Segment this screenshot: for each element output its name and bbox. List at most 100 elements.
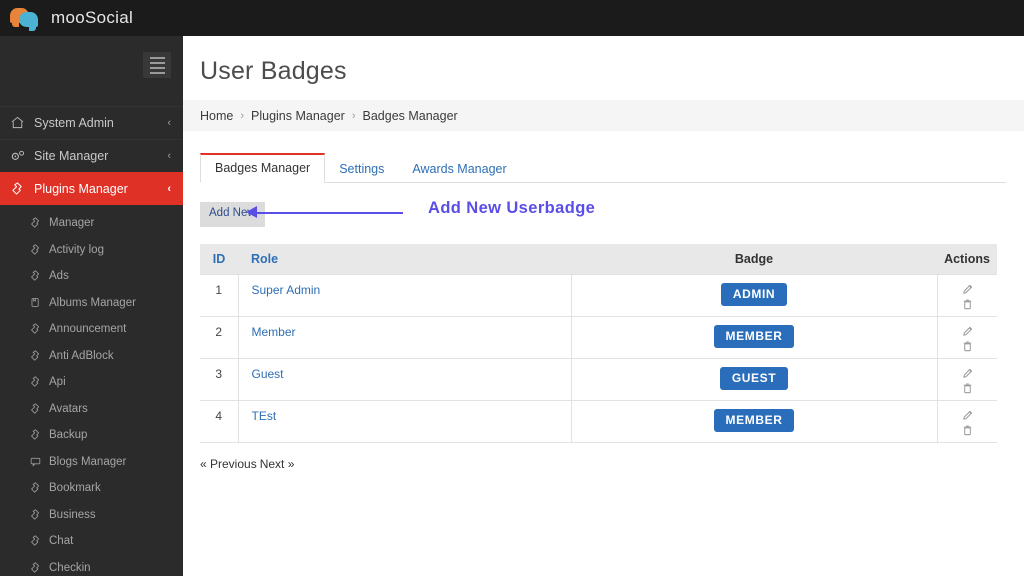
cell-badge: MEMBER	[570, 400, 938, 443]
cell-role: TEst	[237, 400, 572, 443]
cell-role: Super Admin	[237, 274, 572, 317]
pencil-icon[interactable]	[961, 367, 974, 380]
trash-icon[interactable]	[961, 424, 974, 437]
cell-badge: GUEST	[570, 358, 938, 401]
sidebar-subitem-label: Business	[49, 508, 96, 521]
tab-awards-manager[interactable]: Awards Manager	[398, 155, 520, 183]
chat-bubbles-logo-icon	[10, 6, 40, 31]
plug-icon	[29, 535, 43, 547]
cell-role: Member	[237, 316, 572, 359]
plug-icon	[10, 182, 27, 196]
sidebar-subitem-business[interactable]: Business	[0, 502, 183, 529]
sidebar-subitem-manager[interactable]: Manager	[0, 210, 183, 237]
role-link[interactable]: TEst	[252, 409, 277, 423]
pencil-icon[interactable]	[961, 409, 974, 422]
cell-id: 3	[200, 358, 239, 401]
pencil-icon[interactable]	[961, 325, 974, 338]
pagination: « Previous Next »	[200, 457, 1024, 471]
cell-actions	[936, 358, 997, 401]
brand-logo[interactable]: mooSocial	[0, 6, 133, 31]
column-header-id[interactable]: ID	[200, 244, 238, 275]
table-body: 1 Super Admin ADMIN 2 Member MEMBER 3 Gu…	[200, 274, 997, 443]
plug-icon	[29, 270, 43, 282]
trash-icon[interactable]	[961, 298, 974, 311]
plug-icon	[29, 482, 43, 494]
tab-badges-manager[interactable]: Badges Manager	[200, 153, 326, 183]
plug-icon	[29, 323, 43, 335]
table-header-row: ID Role Badge Actions	[200, 244, 997, 275]
role-link[interactable]: Member	[252, 325, 296, 339]
breadcrumb-item-home[interactable]: Home	[200, 109, 233, 123]
comment-icon	[29, 456, 43, 468]
cell-badge: MEMBER	[570, 316, 938, 359]
cell-badge: ADMIN	[570, 274, 938, 317]
sidebar-subitem-label: Announcement	[49, 323, 127, 336]
breadcrumb-separator-icon: ›	[351, 109, 356, 122]
sidebar-item-site-manager[interactable]: Site Manager ‹	[0, 139, 183, 172]
plug-icon	[29, 509, 43, 521]
role-link[interactable]: Super Admin	[252, 283, 321, 297]
cell-actions	[936, 400, 997, 443]
sidebar-subitem-bookmark[interactable]: Bookmark	[0, 475, 183, 502]
pagination-previous[interactable]: « Previous	[200, 457, 257, 471]
sidebar-toggle-row	[0, 36, 183, 84]
breadcrumb-item-plugins-manager[interactable]: Plugins Manager	[251, 109, 345, 123]
sidebar-main-nav: System Admin ‹ Site Manager ‹ Plugins Ma…	[0, 106, 183, 205]
column-header-badge: Badge	[571, 244, 937, 275]
badges-table: ID Role Badge Actions 1 Super Admin ADMI…	[200, 244, 997, 443]
sidebar-subitem-label: Checkin	[49, 561, 91, 574]
annotation-arrow-line	[254, 212, 403, 214]
table-row: 4 TEst MEMBER	[200, 400, 997, 443]
cell-id: 1	[200, 274, 239, 317]
cell-id: 4	[200, 400, 239, 443]
sidebar-item-system-admin[interactable]: System Admin ‹	[0, 106, 183, 139]
sidebar-subitem-label: Avatars	[49, 402, 88, 415]
sidebar-subitem-label: Blogs Manager	[49, 455, 127, 468]
cell-actions	[936, 316, 997, 359]
sidebar-item-label: System Admin	[34, 116, 114, 130]
sidebar-subitem-albums-manager[interactable]: Albums Manager	[0, 290, 183, 317]
sidebar-subitem-anti-adblock[interactable]: Anti AdBlock	[0, 343, 183, 370]
role-link[interactable]: Guest	[252, 367, 284, 381]
pencil-icon[interactable]	[961, 283, 974, 296]
badge-pill: GUEST	[719, 367, 789, 390]
sidebar-subitem-api[interactable]: Api	[0, 369, 183, 396]
sidebar-subitem-activity-log[interactable]: Activity log	[0, 237, 183, 264]
chevron-left-icon: ‹	[167, 183, 171, 195]
tab-bar: Badges Manager Settings Awards Manager	[200, 153, 1006, 183]
sidebar-item-plugins-manager[interactable]: Plugins Manager ‹	[0, 172, 183, 205]
plug-icon	[29, 376, 43, 388]
sidebar-subitem-checkin[interactable]: Checkin	[0, 555, 183, 576]
column-header-role[interactable]: Role	[238, 244, 571, 275]
sidebar-subitem-ads[interactable]: Ads	[0, 263, 183, 290]
sidebar-subitem-backup[interactable]: Backup	[0, 422, 183, 449]
sidebar-subitem-label: Bookmark	[49, 482, 101, 495]
sidebar: System Admin ‹ Site Manager ‹ Plugins Ma…	[0, 36, 183, 576]
badge-pill: ADMIN	[720, 283, 788, 306]
sidebar-subitem-avatars[interactable]: Avatars	[0, 396, 183, 423]
hamburger-icon[interactable]	[143, 52, 171, 78]
trash-icon[interactable]	[961, 340, 974, 353]
trash-icon[interactable]	[961, 382, 974, 395]
main-content: User Badges Home › Plugins Manager › Bad…	[183, 36, 1024, 576]
sidebar-subitem-announcement[interactable]: Announcement	[0, 316, 183, 343]
cell-actions	[936, 274, 997, 317]
column-header-actions: Actions	[937, 244, 997, 275]
sidebar-subitem-label: Anti AdBlock	[49, 349, 114, 362]
top-bar: mooSocial	[0, 0, 1024, 36]
sidebar-subitem-label: Ads	[49, 270, 69, 283]
breadcrumb-item-badges-manager[interactable]: Badges Manager	[363, 109, 458, 123]
tab-settings[interactable]: Settings	[325, 155, 398, 183]
sidebar-sub-nav: Manager Activity log Ads Albums Manager …	[0, 205, 183, 576]
badge-pill: MEMBER	[713, 325, 795, 348]
sidebar-subitem-blogs-manager[interactable]: Blogs Manager	[0, 449, 183, 476]
table-row: 3 Guest GUEST	[200, 358, 997, 401]
breadcrumb-separator-icon: ›	[240, 109, 245, 122]
sidebar-subitem-label: Activity log	[49, 243, 104, 256]
cell-role: Guest	[237, 358, 572, 401]
pagination-next[interactable]: Next »	[260, 457, 295, 471]
sidebar-subitem-chat[interactable]: Chat	[0, 528, 183, 555]
chevron-left-icon: ‹	[167, 117, 171, 129]
plug-icon	[29, 562, 43, 574]
sidebar-item-label: Site Manager	[34, 149, 109, 163]
